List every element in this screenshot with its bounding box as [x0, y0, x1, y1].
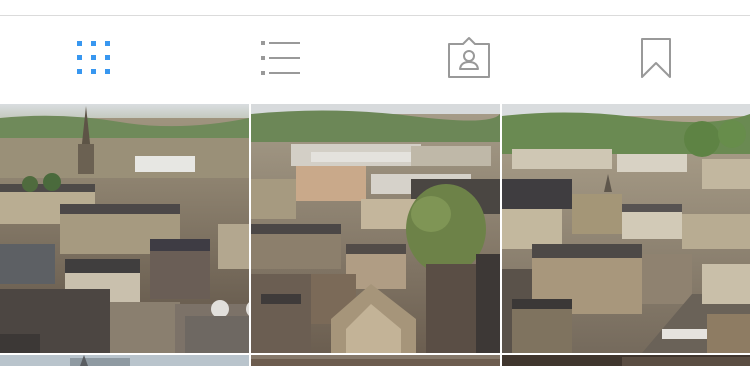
tagged-person-icon: [446, 36, 492, 85]
cityscape-photo: [0, 104, 249, 353]
profile-view-tabbar: Grid view List view Photos of you: [0, 16, 750, 104]
grid-icon: [76, 40, 112, 81]
tab-grid[interactable]: Grid view: [0, 16, 188, 104]
tab-saved[interactable]: Saved: [563, 16, 750, 104]
photo-tile[interactable]: [502, 355, 750, 366]
photo-tile[interactable]: [251, 104, 500, 353]
cityscape-photo: [502, 104, 750, 353]
photo-tile[interactable]: [0, 104, 249, 353]
list-icon: [261, 40, 301, 81]
tab-list[interactable]: List view: [188, 16, 376, 104]
bookmark-icon: [640, 37, 672, 84]
tab-tagged[interactable]: Photos of you: [375, 16, 563, 104]
photo-tile[interactable]: [0, 355, 249, 366]
cityscape-photo: [251, 104, 500, 353]
photo: [0, 355, 249, 366]
photo-tile[interactable]: [251, 355, 500, 366]
photo-tile[interactable]: [502, 104, 750, 353]
top-strip: [0, 0, 750, 15]
photo-grid: [0, 104, 750, 366]
photo: [251, 355, 500, 366]
photo: [502, 355, 750, 366]
